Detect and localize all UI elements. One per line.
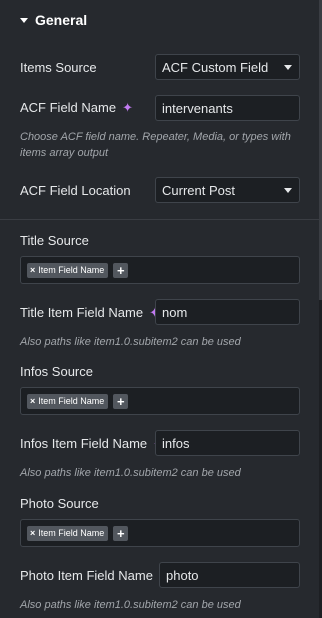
photo-source-add-button[interactable]: +: [113, 525, 129, 541]
infos-source-label: Infos Source: [20, 363, 93, 379]
photo-item-field-input[interactable]: photo: [159, 562, 300, 588]
items-source-label: Items Source: [20, 59, 97, 75]
photo-source-tagbox[interactable]: × Item Field Name +: [20, 519, 300, 547]
section-toggle-general[interactable]: General: [20, 10, 87, 30]
photo-source-label: Photo Source: [20, 495, 99, 511]
items-source-value: ACF Custom Field: [162, 59, 269, 75]
caret-down-icon: [20, 17, 28, 23]
infos-item-field-help: Also paths like item1.0.subitem2 can be …: [20, 467, 241, 479]
title-source-tagbox[interactable]: × Item Field Name +: [20, 256, 300, 284]
title-item-field-label-text: Title Item Field Name: [20, 304, 144, 320]
chevron-down-icon: [284, 188, 292, 193]
acf-field-name-help: Choose ACF field name. Repeater, Media, …: [20, 131, 291, 159]
photo-item-field-label: Photo Item Field Name ✦: [20, 568, 170, 583]
acf-field-location-value: Current Post: [162, 182, 235, 198]
photo-item-field-label-text: Photo Item Field Name: [20, 567, 153, 583]
title-source-tag[interactable]: × Item Field Name: [27, 262, 109, 278]
close-icon[interactable]: ×: [30, 528, 35, 538]
title-item-field-value: nom: [162, 304, 188, 320]
chevron-down-icon: [284, 65, 292, 70]
divider: [0, 219, 319, 220]
infos-item-field-label-text: Infos Item Field Name: [20, 435, 148, 451]
title-source-row: Title Source: [20, 231, 301, 249]
acf-field-name-value: intervenants: [162, 100, 233, 116]
infos-source-tag[interactable]: × Item Field Name: [27, 393, 109, 409]
title-source-tag-label: Item Field Name: [38, 265, 105, 275]
acf-field-location-select[interactable]: Current Post: [155, 177, 300, 203]
sparkle-icon[interactable]: ✦: [122, 101, 133, 114]
photo-source-tag-label: Item Field Name: [38, 528, 105, 538]
infos-item-field-input[interactable]: infos: [155, 430, 300, 456]
acf-field-name-input[interactable]: intervenants: [155, 95, 300, 121]
title-item-field-input[interactable]: nom: [155, 299, 300, 325]
photo-item-field-help: Also paths like item1.0.subitem2 can be …: [20, 599, 241, 611]
close-icon[interactable]: ×: [30, 396, 35, 406]
infos-source-tagbox[interactable]: × Item Field Name +: [20, 387, 300, 415]
acf-field-location-label: ACF Field Location: [20, 182, 131, 198]
title-item-field-help: Also paths like item1.0.subitem2 can be …: [20, 336, 241, 348]
title-item-field-label: Title Item Field Name ✦: [20, 305, 160, 320]
photo-source-row: Photo Source: [20, 494, 301, 512]
acf-field-name-label: ACF Field Name ✦: [20, 100, 133, 115]
title-source-label: Title Source: [20, 232, 89, 248]
infos-source-add-button[interactable]: +: [113, 393, 129, 409]
infos-item-field-label: Infos Item Field Name ✦: [20, 436, 164, 451]
items-source-select[interactable]: ACF Custom Field: [155, 54, 300, 80]
photo-source-tag[interactable]: × Item Field Name: [27, 525, 109, 541]
acf-field-name-label-text: ACF Field Name: [20, 99, 117, 115]
section-title: General: [35, 12, 88, 28]
close-icon[interactable]: ×: [30, 265, 35, 275]
infos-item-field-value: infos: [162, 435, 190, 451]
photo-item-field-value: photo: [166, 567, 199, 583]
title-source-add-button[interactable]: +: [113, 262, 129, 278]
infos-source-tag-label: Item Field Name: [38, 396, 105, 406]
infos-source-row: Infos Source: [20, 362, 301, 380]
